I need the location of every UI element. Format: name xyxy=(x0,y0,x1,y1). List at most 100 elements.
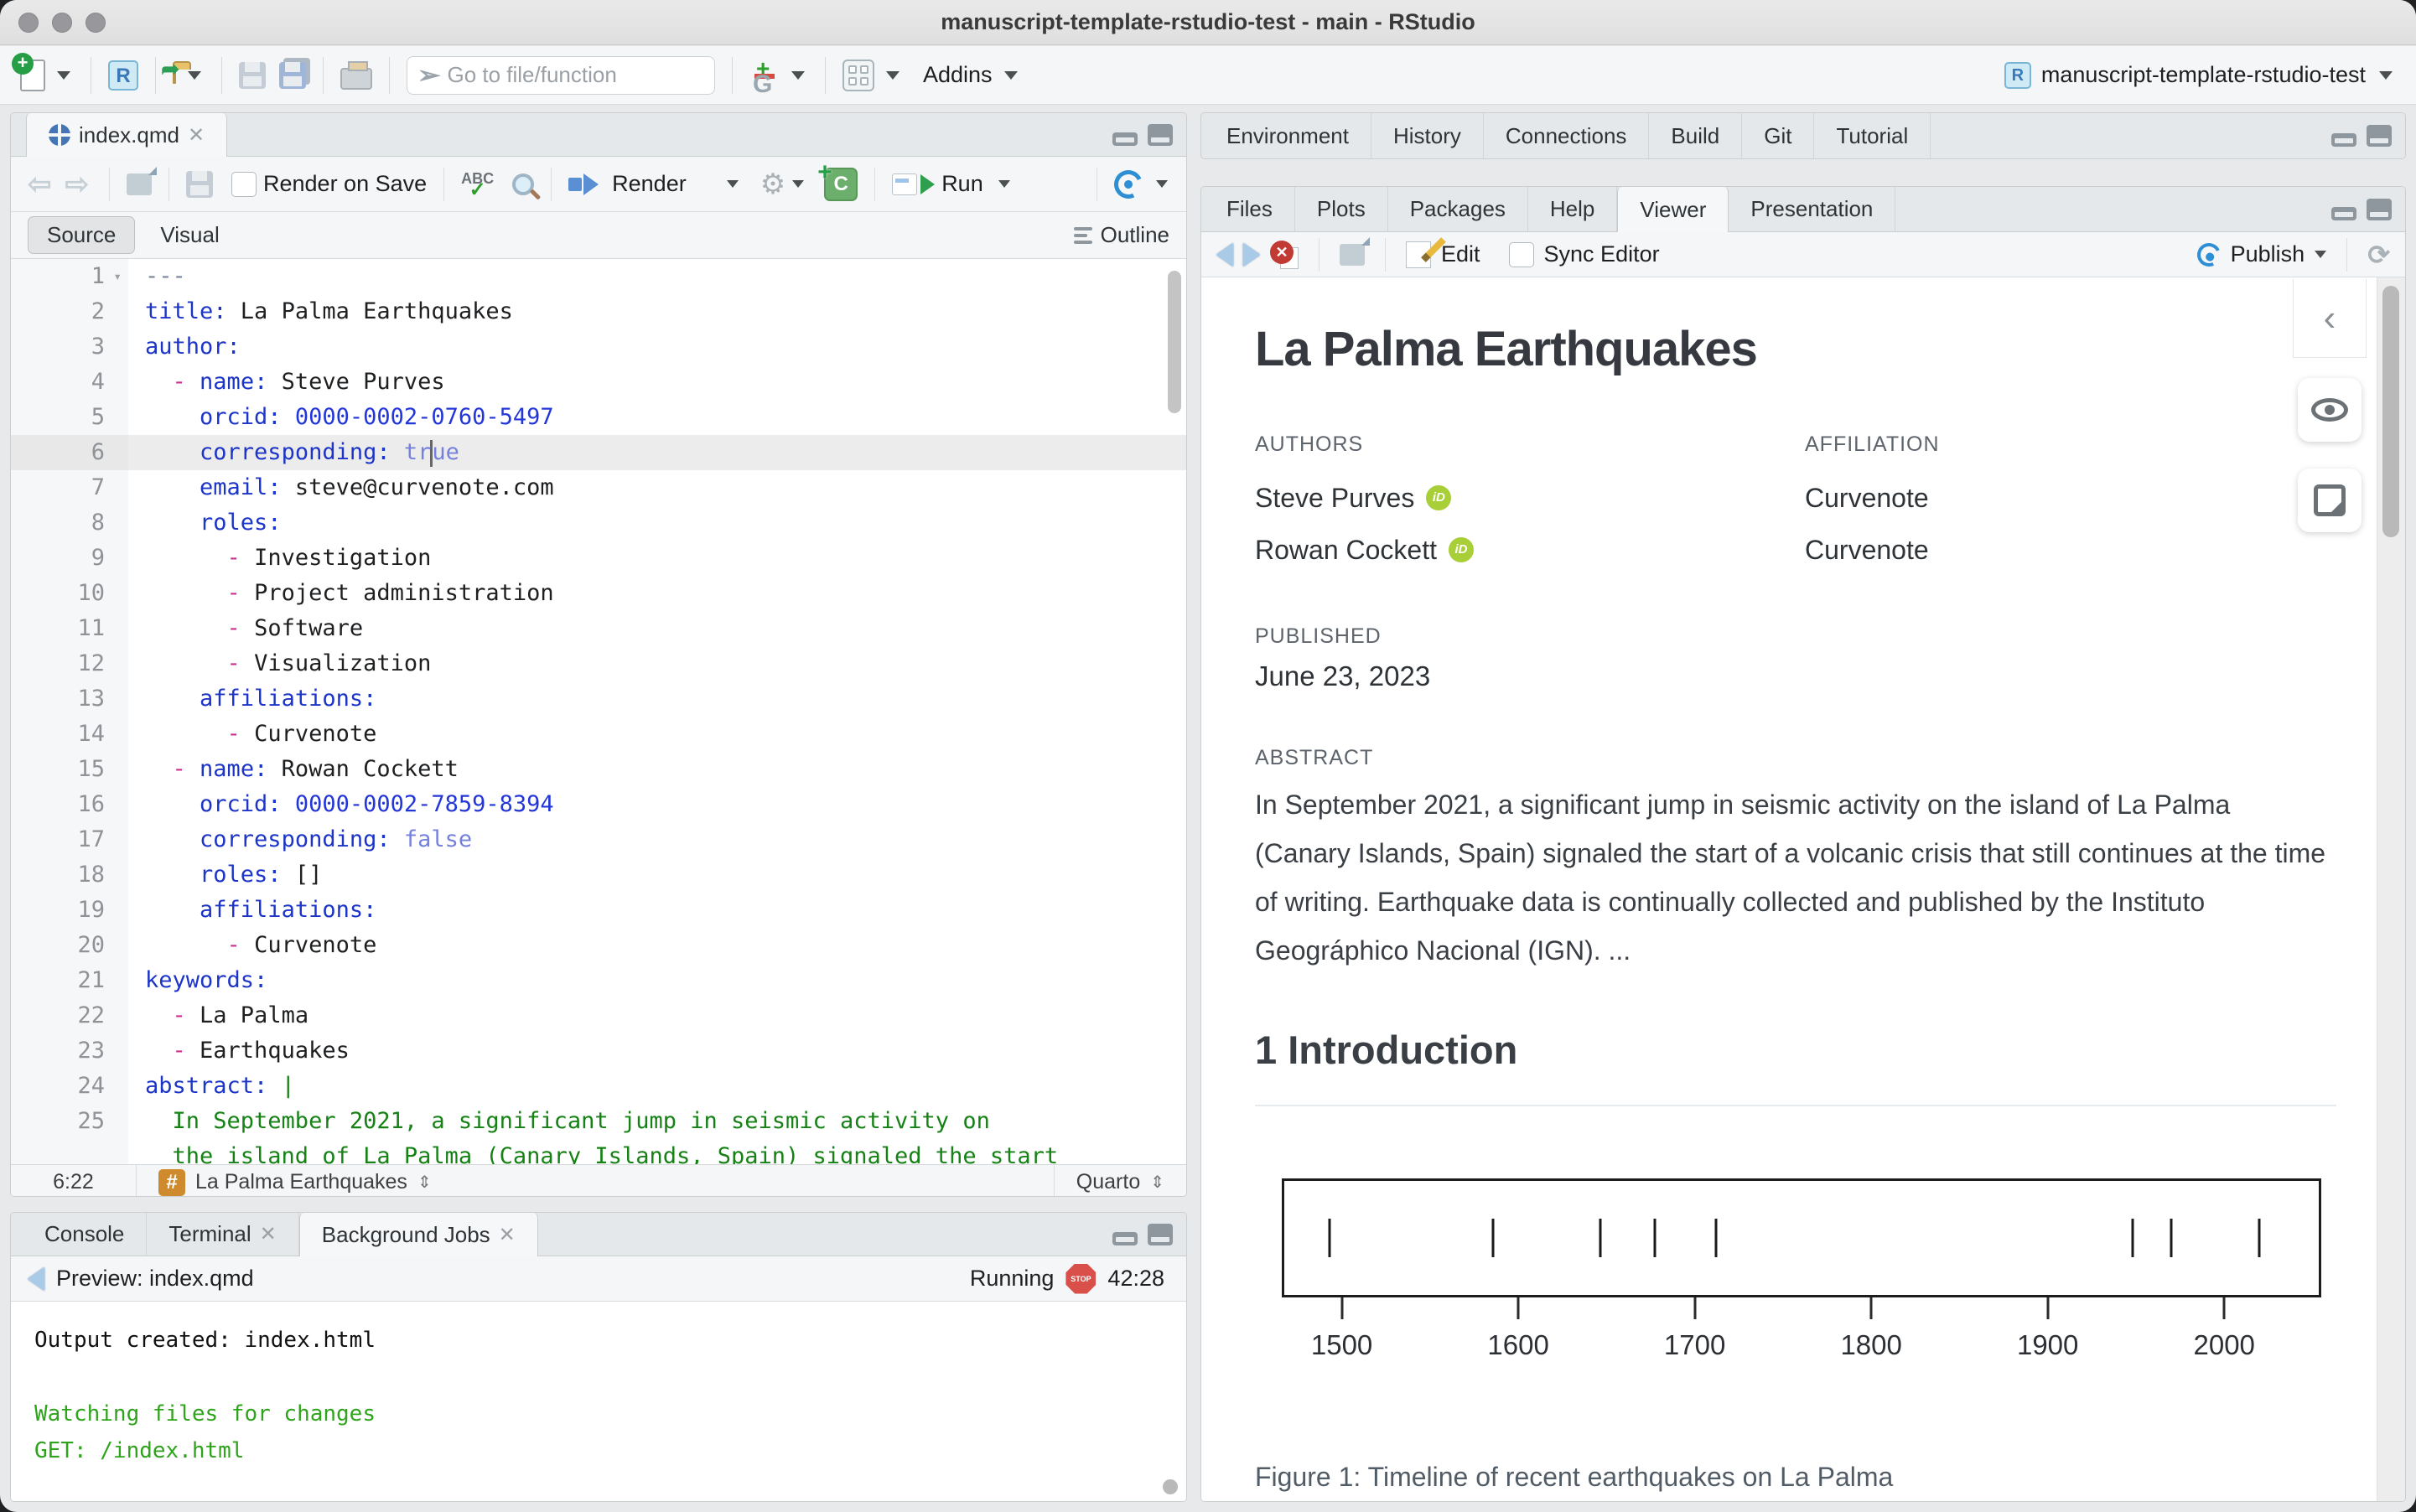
file-mode-selector[interactable]: Quarto ⇕ xyxy=(1053,1165,1186,1196)
zoom-window-button[interactable] xyxy=(86,13,106,33)
source-rerun-dropdown[interactable] xyxy=(1156,180,1168,188)
open-recent-dropdown[interactable] xyxy=(188,70,201,80)
new-file-icon[interactable]: + xyxy=(12,52,45,91)
tab-plots[interactable]: Plots xyxy=(1295,187,1388,231)
version-control-icon[interactable]: + G xyxy=(749,55,780,98)
new-file-dropdown[interactable] xyxy=(57,70,70,80)
code-editor[interactable]: 1 ▾ --- 2 title: La Palma Earthquakes 3 author… xyxy=(11,259,1186,1164)
collapse-panel-button[interactable]: ‹ xyxy=(2293,279,2367,358)
symbol-navigator[interactable]: # La Palma Earthquakes ⇕ xyxy=(137,1165,454,1196)
code-line[interactable]: 12 - Visualization xyxy=(11,646,1186,681)
close-window-button[interactable] xyxy=(18,13,39,33)
eye-button[interactable] xyxy=(2298,378,2362,442)
viewer-forward-icon[interactable] xyxy=(1243,242,1260,267)
back-icon[interactable]: ⇦ xyxy=(24,168,55,201)
maximize-pane-icon[interactable] xyxy=(1148,123,1173,146)
find-replace-icon[interactable] xyxy=(512,173,535,195)
new-project-icon[interactable]: R xyxy=(108,60,138,91)
outline-toggle[interactable]: Outline xyxy=(1073,222,1169,248)
code-line[interactable]: 13 affiliations: xyxy=(11,681,1186,717)
code-line[interactable]: 20 - Curvenote xyxy=(11,928,1186,963)
tab-help[interactable]: Help xyxy=(1528,187,1618,231)
open-file-icon[interactable]: ➦ xyxy=(161,56,179,84)
forward-icon[interactable]: ⇨ xyxy=(62,168,93,201)
edit-button[interactable]: Edit xyxy=(1441,241,1480,267)
publish-button[interactable]: Publish xyxy=(2193,239,2327,270)
refresh-viewer-icon[interactable]: ⟳ xyxy=(2367,239,2390,271)
code-line[interactable]: 5 orcid: 0000-0002-0760-5497 xyxy=(11,400,1186,435)
editor-scrollbar[interactable] xyxy=(1168,271,1181,413)
popout-icon[interactable] xyxy=(127,166,157,195)
gear-icon[interactable]: ⚙ xyxy=(760,168,785,201)
code-line[interactable]: 16 orcid: 0000-0002-7859-8394 xyxy=(11,787,1186,822)
close-tab-icon[interactable]: ✕ xyxy=(188,123,205,148)
tab-connections[interactable]: Connections xyxy=(1484,113,1650,158)
code-line[interactable]: 1 ▾ --- xyxy=(11,259,1186,294)
minimize-files-icon[interactable] xyxy=(2331,206,2356,220)
code-line[interactable]: 14 - Curvenote xyxy=(11,717,1186,752)
save-icon[interactable] xyxy=(239,61,266,89)
code-line[interactable]: the island of La Palma (Canary Islands, … xyxy=(11,1139,1186,1164)
code-line[interactable]: 3 author: xyxy=(11,329,1186,365)
close-tab-icon[interactable]: ✕ xyxy=(499,1223,516,1247)
addins-button[interactable]: Addins xyxy=(923,62,993,88)
code-line[interactable]: 8 roles: xyxy=(11,505,1186,541)
minimize-console-icon[interactable] xyxy=(1112,1231,1138,1245)
code-line[interactable]: 2 title: La Palma Earthquakes xyxy=(11,294,1186,329)
workspace-panes-icon[interactable] xyxy=(842,59,874,91)
project-selector[interactable]: R manuscript-template-rstudio-test xyxy=(2004,61,2396,89)
minimize-pane-icon[interactable] xyxy=(1112,132,1138,146)
publish-dropdown[interactable] xyxy=(2315,251,2327,258)
gear-dropdown[interactable] xyxy=(792,180,805,188)
stop-job-icon[interactable]: STOP xyxy=(1065,1263,1097,1294)
source-rerun-icon[interactable] xyxy=(1110,165,1147,203)
tab-terminal[interactable]: Terminal ✕ xyxy=(147,1213,299,1256)
code-line[interactable]: 25 In September 2021, a significant jump… xyxy=(11,1104,1186,1139)
minimize-window-button[interactable] xyxy=(52,13,72,33)
note-button[interactable] xyxy=(2298,469,2362,532)
code-line[interactable]: 18 roles: [] xyxy=(11,857,1186,893)
tab-git[interactable]: Git xyxy=(1742,113,1815,158)
job-back-icon[interactable] xyxy=(28,1266,44,1291)
insert-chunk-icon[interactable]: C xyxy=(817,158,858,201)
code-line[interactable]: 21 keywords: xyxy=(11,963,1186,998)
tab-build[interactable]: Build xyxy=(1649,113,1743,158)
tab-history[interactable]: History xyxy=(1371,113,1484,158)
run-button[interactable]: Run xyxy=(941,171,983,197)
run-dropdown[interactable] xyxy=(998,180,1010,188)
maximize-env-icon[interactable] xyxy=(2367,125,2392,147)
console-scrollbar[interactable] xyxy=(1163,1479,1178,1494)
addins-dropdown[interactable] xyxy=(1003,70,1018,80)
tab-files[interactable]: Files xyxy=(1205,187,1295,231)
code-line[interactable]: 15 - name: Rowan Cockett xyxy=(11,752,1186,787)
tab-index-qmd[interactable]: index.qmd ✕ xyxy=(26,113,228,157)
spellcheck-icon[interactable]: ABC ✓ xyxy=(461,171,494,200)
code-line[interactable]: 4 - name: Steve Purves xyxy=(11,365,1186,400)
save-all-icon[interactable] xyxy=(279,61,306,89)
tab-console[interactable]: Console xyxy=(23,1213,148,1256)
maximize-files-icon[interactable] xyxy=(2367,198,2392,220)
console-output[interactable]: Output created: index.html Watching files… xyxy=(11,1302,1186,1501)
visual-mode-button[interactable]: Visual xyxy=(142,217,237,253)
code-line[interactable]: 7 email: steve@curvenote.com xyxy=(11,470,1186,505)
print-icon[interactable] xyxy=(340,60,372,90)
fold-icon[interactable]: ▾ xyxy=(113,259,122,294)
orcid-icon[interactable]: iD xyxy=(1448,537,1474,562)
render-dropdown[interactable] xyxy=(726,180,739,188)
code-line[interactable]: 22 - La Palma xyxy=(11,998,1186,1033)
orcid-icon[interactable]: iD xyxy=(1426,485,1452,510)
tab-background-jobs[interactable]: Background Jobs ✕ xyxy=(298,1213,538,1256)
workspace-panes-dropdown[interactable] xyxy=(886,70,900,80)
viewer-scrollbar-thumb[interactable] xyxy=(2382,286,2399,537)
clear-viewer-icon[interactable]: ✕ xyxy=(1270,240,1299,269)
render-button[interactable]: Render xyxy=(612,171,687,197)
render-icon[interactable] xyxy=(568,173,599,195)
code-line[interactable]: 10 - Project administration xyxy=(11,576,1186,611)
viewer-back-icon[interactable] xyxy=(1216,242,1233,267)
code-line[interactable]: 24 abstract: | xyxy=(11,1069,1186,1104)
editor-save-icon[interactable] xyxy=(186,170,213,198)
minimize-env-icon[interactable] xyxy=(2331,133,2356,147)
close-tab-icon[interactable]: ✕ xyxy=(260,1222,277,1246)
tab-packages[interactable]: Packages xyxy=(1388,187,1528,231)
code-line[interactable]: 17 corresponding: false xyxy=(11,822,1186,857)
